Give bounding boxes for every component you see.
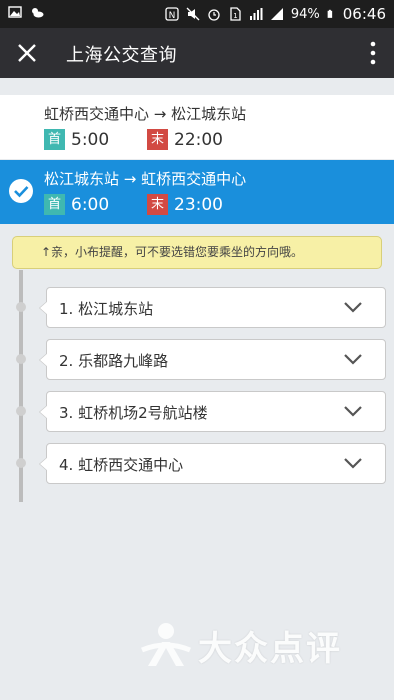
- timeline-node: [16, 302, 26, 312]
- svg-text:1: 1: [233, 12, 237, 20]
- mute-icon: [186, 7, 200, 21]
- last-bus-badge: 末: [147, 129, 168, 150]
- stop-label: 2. 乐都路九峰路: [59, 352, 169, 370]
- stop-label: 3. 虹桥机场2号航站楼: [59, 404, 208, 422]
- chevron-down-icon[interactable]: [343, 456, 363, 470]
- status-bar-left-icons: [8, 5, 44, 19]
- stop-label: 1. 松江城东站: [59, 300, 154, 318]
- clock: 06:46: [342, 5, 386, 23]
- chevron-down-icon[interactable]: [343, 352, 363, 366]
- close-icon[interactable]: [14, 40, 40, 66]
- first-bus-badge: 首: [44, 194, 65, 215]
- status-bar-right-icons: N 1 94% 06:46: [165, 5, 386, 23]
- more-options-icon[interactable]: [368, 41, 378, 65]
- app-bar: 上海公交查询: [0, 28, 394, 78]
- direction-option-1[interactable]: 虹桥西交通中心 → 松江城东站 首 5:00 末 22:00: [0, 95, 394, 159]
- first-bus-time: 5:00: [71, 129, 110, 150]
- alarm-icon: [208, 9, 220, 21]
- first-bus-badge: 首: [44, 129, 65, 150]
- stop-item-3[interactable]: 3. 虹桥机场2号航站楼: [39, 391, 386, 432]
- timeline-node: [16, 354, 26, 364]
- stop-item-4[interactable]: 4. 虹桥西交通中心: [39, 443, 386, 484]
- last-bus-time: 22:00: [174, 129, 223, 150]
- chevron-down-icon[interactable]: [343, 300, 363, 314]
- page-title: 上海公交查询: [66, 45, 177, 66]
- stop-item-2[interactable]: 2. 乐都路九峰路: [39, 339, 386, 380]
- signal-4g-icon: [249, 8, 263, 20]
- battery-icon: [327, 9, 332, 18]
- battery-level: 94%: [290, 6, 320, 22]
- last-bus-badge: 末: [147, 194, 168, 215]
- direction-route: 虹桥西交通中心 → 松江城东站: [44, 105, 247, 123]
- dianping-watermark: 大众点评: [140, 620, 380, 670]
- direction-times: 首 5:00 末 22:00: [44, 129, 223, 150]
- timeline-node: [16, 406, 26, 416]
- nfc-icon: N: [165, 7, 179, 21]
- status-bar: N 1 94% 06:46: [0, 0, 394, 28]
- stop-label: 4. 虹桥西交通中心: [59, 456, 184, 474]
- watermark-text: 大众点评: [198, 628, 342, 669]
- signal-icon: [270, 8, 283, 20]
- chevron-down-icon[interactable]: [343, 404, 363, 418]
- direction-tip: ↑亲，小布提醒，可不要选错您要乘坐的方向哦。: [12, 236, 382, 269]
- svg-text:N: N: [168, 11, 175, 21]
- last-bus-time: 23:00: [174, 194, 223, 215]
- direction-times: 首 6:00 末 23:00: [44, 194, 223, 215]
- stop-item-1[interactable]: 1. 松江城东站: [39, 287, 386, 328]
- timeline-node: [16, 458, 26, 468]
- direction-option-2[interactable]: 松江城东站 → 虹桥西交通中心 首 6:00 末 23:00: [0, 160, 394, 224]
- checkmark-icon: [9, 179, 33, 203]
- weather-icon: [32, 8, 44, 18]
- image-icon: [8, 6, 22, 18]
- dianping-logo-icon: [141, 623, 191, 666]
- direction-route: 松江城东站 → 虹桥西交通中心: [44, 170, 247, 188]
- first-bus-time: 6:00: [71, 194, 110, 215]
- sim-icon: 1: [230, 7, 241, 21]
